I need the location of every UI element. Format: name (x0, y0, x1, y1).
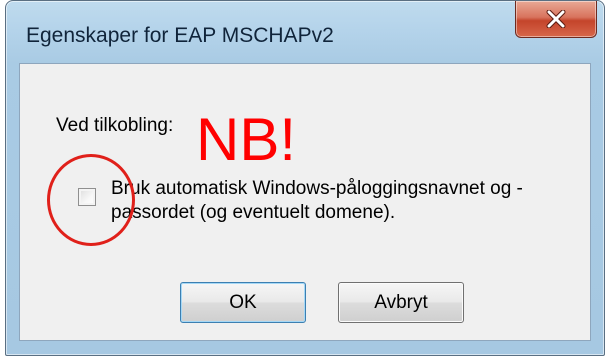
window-title: Egenskaper for EAP MSCHAPv2 (26, 24, 334, 47)
title-bar[interactable]: Egenskaper for EAP MSCHAPv2 (6, 1, 604, 63)
section-label: Ved tilkobling: (56, 115, 174, 136)
close-icon (545, 10, 567, 28)
dialog-content: Ved tilkobling: NB! Bruk automatisk Wind… (19, 63, 591, 341)
auto-login-checkbox-label[interactable]: Bruk automatisk Windows-påloggingsnavnet… (111, 177, 571, 225)
nb-annotation: NB! (196, 106, 297, 173)
close-button[interactable] (515, 1, 597, 38)
ok-button[interactable]: OK (180, 282, 306, 323)
dialog-window: Egenskaper for EAP MSCHAPv2 Ved tilkobli… (5, 0, 605, 356)
auto-login-checkbox[interactable] (78, 188, 96, 206)
cancel-button[interactable]: Avbryt (338, 282, 464, 323)
